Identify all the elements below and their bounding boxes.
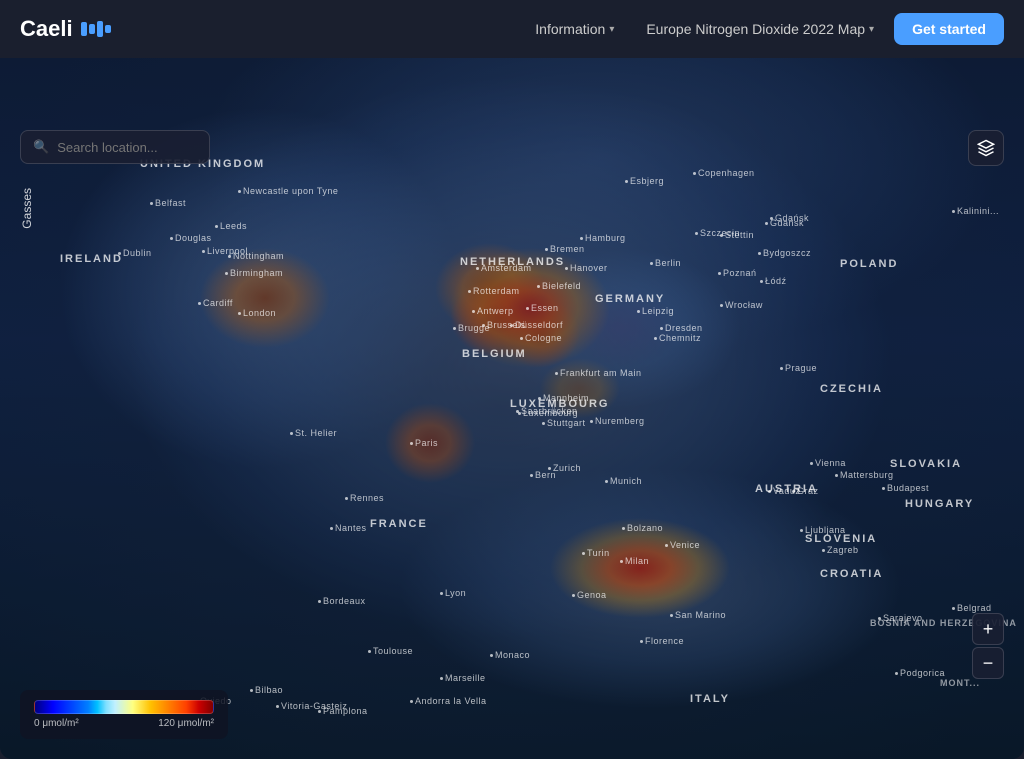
legend-labels: 0 μmol/m² 120 μmol/m² — [34, 718, 214, 729]
nav-right: Information ▾ Europe Nitrogen Dioxide 20… — [523, 13, 1004, 45]
chevron-down-icon: ▾ — [869, 24, 874, 35]
legend-min: 0 μmol/m² — [34, 718, 79, 729]
legend: 0 μmol/m² 120 μmol/m² — [20, 690, 228, 739]
information-menu[interactable]: Information ▾ — [523, 15, 626, 43]
zoom-controls: + − — [972, 613, 1004, 679]
search-icon: 🔍 — [33, 139, 49, 155]
search-input[interactable] — [57, 140, 197, 155]
logo-text: Caeli — [20, 16, 73, 42]
map-menu[interactable]: Europe Nitrogen Dioxide 2022 Map ▾ — [634, 15, 886, 43]
chevron-down-icon: ▾ — [609, 24, 614, 35]
logo: Caeli — [20, 16, 111, 42]
logo-icon — [81, 21, 111, 37]
search-box[interactable]: 🔍 — [20, 130, 210, 164]
map-container[interactable]: UNITED KINGDOMIRELANDNETHERLANDSBELGIUML… — [0, 58, 1024, 759]
layers-button[interactable] — [968, 130, 1004, 166]
legend-bar — [34, 700, 214, 714]
layers-icon — [977, 139, 995, 157]
gasses-label: Gasses — [20, 188, 34, 229]
zoom-in-button[interactable]: + — [972, 613, 1004, 645]
navbar: Caeli Information ▾ Europe Nitrogen Diox… — [0, 0, 1024, 58]
zoom-out-button[interactable]: − — [972, 647, 1004, 679]
legend-max: 120 μmol/m² — [158, 718, 214, 729]
get-started-button[interactable]: Get started — [894, 13, 1004, 45]
